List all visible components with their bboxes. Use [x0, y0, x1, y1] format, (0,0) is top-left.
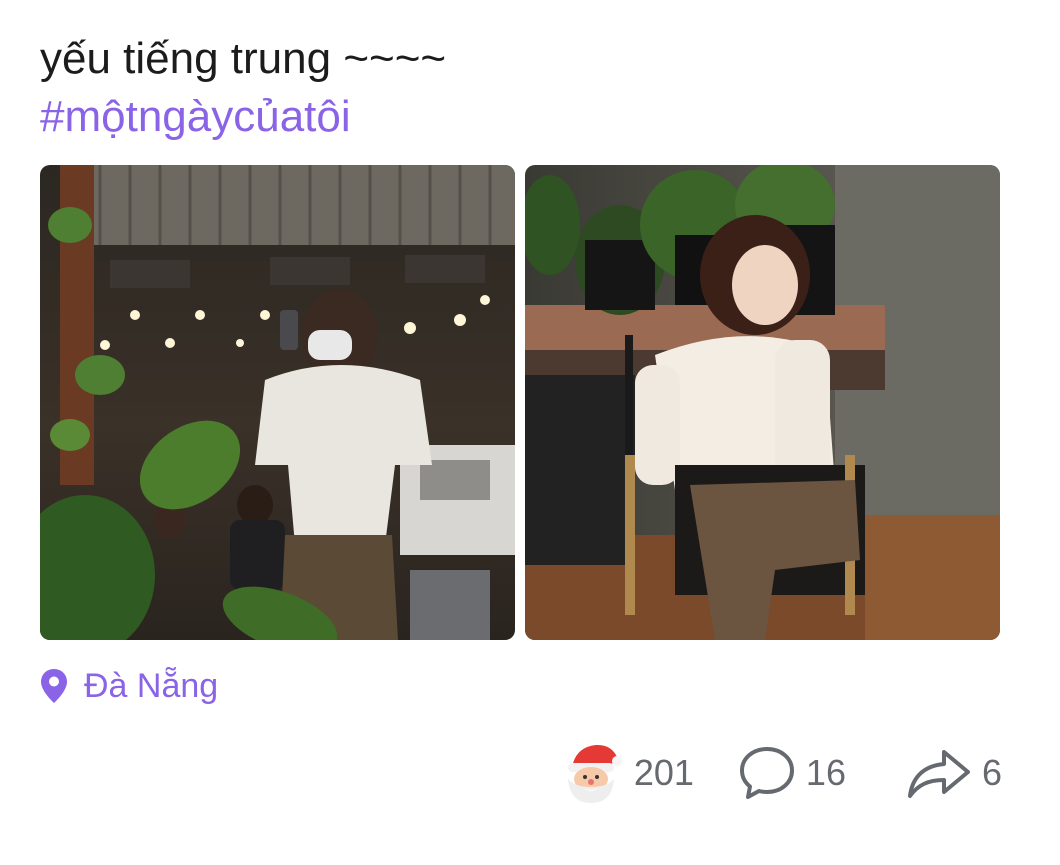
- share-button[interactable]: 6: [906, 746, 1002, 800]
- comment-count: 16: [805, 752, 846, 793]
- santa-reaction-icon: [567, 744, 622, 803]
- photo-1[interactable]: [40, 165, 515, 640]
- share-count: 6: [981, 752, 1002, 793]
- comment-bubble-icon: [739, 747, 794, 799]
- share-arrow-icon: [907, 750, 970, 798]
- post-caption: yếu tiếng trung ~~~~: [40, 34, 447, 83]
- post-actions: 201 16 6: [562, 738, 1002, 808]
- location-name: Đà Nẵng: [84, 666, 219, 705]
- location-tag[interactable]: Đà Nẵng: [40, 664, 218, 708]
- location-pin-icon: [41, 669, 67, 703]
- post-card: yếu tiếng trung ~~~~ #mộtngàycủatôi Đà N…: [0, 0, 1060, 865]
- photo-gallery: [40, 165, 1000, 640]
- like-count: 201: [633, 752, 694, 793]
- like-button[interactable]: 201: [562, 741, 694, 805]
- comment-button[interactable]: 16: [738, 745, 846, 801]
- photo-2[interactable]: [525, 165, 1000, 640]
- hashtag-link[interactable]: #mộtngàycủatôi: [40, 90, 351, 144]
